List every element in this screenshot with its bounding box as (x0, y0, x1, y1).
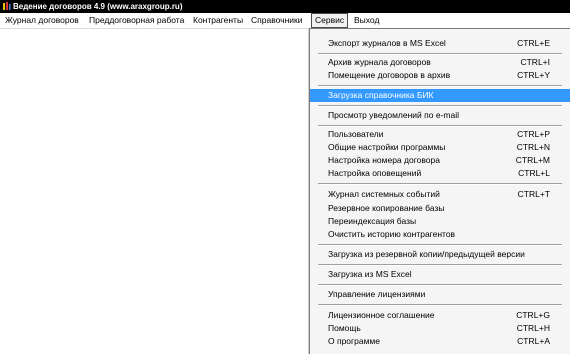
menu-item-about[interactable]: О программе CTRL+A (310, 335, 570, 348)
menu-item-shortcut: CTRL+G (516, 310, 550, 320)
menu-item-label: Экспорт журналов в MS Excel (328, 38, 446, 48)
menu-item-general-settings[interactable]: Общие настройки программы CTRL+N (310, 141, 570, 154)
menu-item-label: Загрузка справочника БИК (328, 90, 434, 100)
menu-item-shortcut: CTRL+I (520, 57, 550, 67)
menu-item-label: Общие настройки программы (328, 142, 446, 152)
menu-item-users[interactable]: Пользователи CTRL+P (310, 128, 570, 141)
menu-item-shortcut: CTRL+T (517, 189, 550, 199)
menu-separator (318, 105, 562, 107)
menu-item-alerts[interactable]: Настройка оповещений CTRL+L (310, 167, 570, 180)
menu-item-shortcut: CTRL+L (518, 168, 550, 178)
title-bar: Ведение договоров 4.9 (www.araxgroup.ru) (0, 0, 570, 13)
menu-item-label: Загрузка из резервной копии/предыдущей в… (328, 249, 525, 259)
menu-bar: Журнал договоров Преддоговорная работа К… (0, 13, 570, 29)
menu-separator (318, 53, 562, 55)
menu-item-label: Переиндексация базы (328, 216, 417, 226)
menu-item-label: О программе (328, 336, 381, 346)
menu-item-shortcut: CTRL+H (516, 323, 550, 333)
menu-separator (318, 125, 562, 127)
menu-separator (318, 244, 562, 246)
menu-item-label: Архив журнала договоров (328, 57, 431, 67)
menu-precontract-work[interactable]: Преддоговорная работа (86, 13, 187, 28)
app-icon (3, 2, 11, 10)
menu-item-label: Очистить историю контрагентов (328, 229, 456, 239)
menu-contract-journal[interactable]: Журнал договоров (2, 13, 82, 28)
menu-separator (318, 304, 562, 306)
menu-exit[interactable]: Выход (351, 13, 382, 28)
menu-item-label: Управление лицензиями (328, 289, 426, 299)
menu-item-backup[interactable]: Резервное копирование базы (310, 202, 570, 215)
menu-item-archive-journal[interactable]: Архив журнала договоров CTRL+I (310, 56, 570, 69)
menu-item-label: Настройка номера договора (328, 155, 440, 165)
menu-item-shortcut: CTRL+E (517, 38, 550, 48)
menu-item-label: Настройка оповещений (328, 168, 422, 178)
menu-service[interactable]: Сервис (311, 13, 349, 28)
menu-separator (318, 85, 562, 87)
window-title: Ведение договоров 4.9 (www.araxgroup.ru) (13, 2, 183, 11)
menu-item-license-agreement[interactable]: Лицензионное соглашение CTRL+G (310, 309, 570, 322)
menu-item-view-email[interactable]: Просмотр уведомлений по e-mail (310, 109, 570, 122)
menu-item-reindex[interactable]: Переиндексация базы (310, 215, 570, 228)
menu-item-shortcut: CTRL+P (517, 129, 550, 139)
menu-item-label: Журнал системных событий (328, 189, 440, 199)
menu-item-shortcut: CTRL+M (515, 155, 550, 165)
menu-item-shortcut: CTRL+Y (517, 70, 550, 80)
menu-item-contract-number[interactable]: Настройка номера договора CTRL+M (310, 154, 570, 167)
menu-counterparties[interactable]: Контрагенты (190, 13, 246, 28)
menu-separator (318, 284, 562, 286)
menu-separator (318, 264, 562, 266)
menu-item-load-backup[interactable]: Загрузка из резервной копии/предыдущей в… (310, 248, 570, 261)
menu-directories[interactable]: Справочники (248, 13, 306, 28)
menu-item-licenses[interactable]: Управление лицензиями (310, 288, 570, 301)
menu-item-label: Загрузка из MS Excel (328, 269, 412, 279)
menu-item-load-excel[interactable]: Загрузка из MS Excel (310, 268, 570, 281)
menu-item-load-bik[interactable]: Загрузка справочника БИК (310, 89, 570, 102)
menu-item-clear-history[interactable]: Очистить историю контрагентов (310, 228, 570, 241)
menu-item-export-excel[interactable]: Экспорт журналов в MS Excel CTRL+E (310, 37, 570, 50)
menu-separator (318, 183, 562, 185)
service-dropdown-menu: Экспорт журналов в MS Excel CTRL+E Архив… (309, 28, 570, 354)
menu-item-help[interactable]: Помощь CTRL+H (310, 322, 570, 335)
menu-item-shortcut: CTRL+N (516, 142, 550, 152)
menu-item-label: Помощь (328, 323, 361, 333)
menu-item-label: Помещение договоров в архив (328, 70, 451, 80)
menu-item-label: Просмотр уведомлений по e-mail (328, 110, 459, 120)
menu-item-move-to-archive[interactable]: Помещение договоров в архив CTRL+Y (310, 69, 570, 82)
menu-item-label: Резервное копирование базы (328, 203, 445, 213)
menu-item-shortcut: CTRL+A (517, 336, 550, 346)
menu-item-system-log[interactable]: Журнал системных событий CTRL+T (310, 188, 570, 201)
menu-item-label: Пользователи (328, 129, 384, 139)
menu-item-label: Лицензионное соглашение (328, 310, 435, 320)
